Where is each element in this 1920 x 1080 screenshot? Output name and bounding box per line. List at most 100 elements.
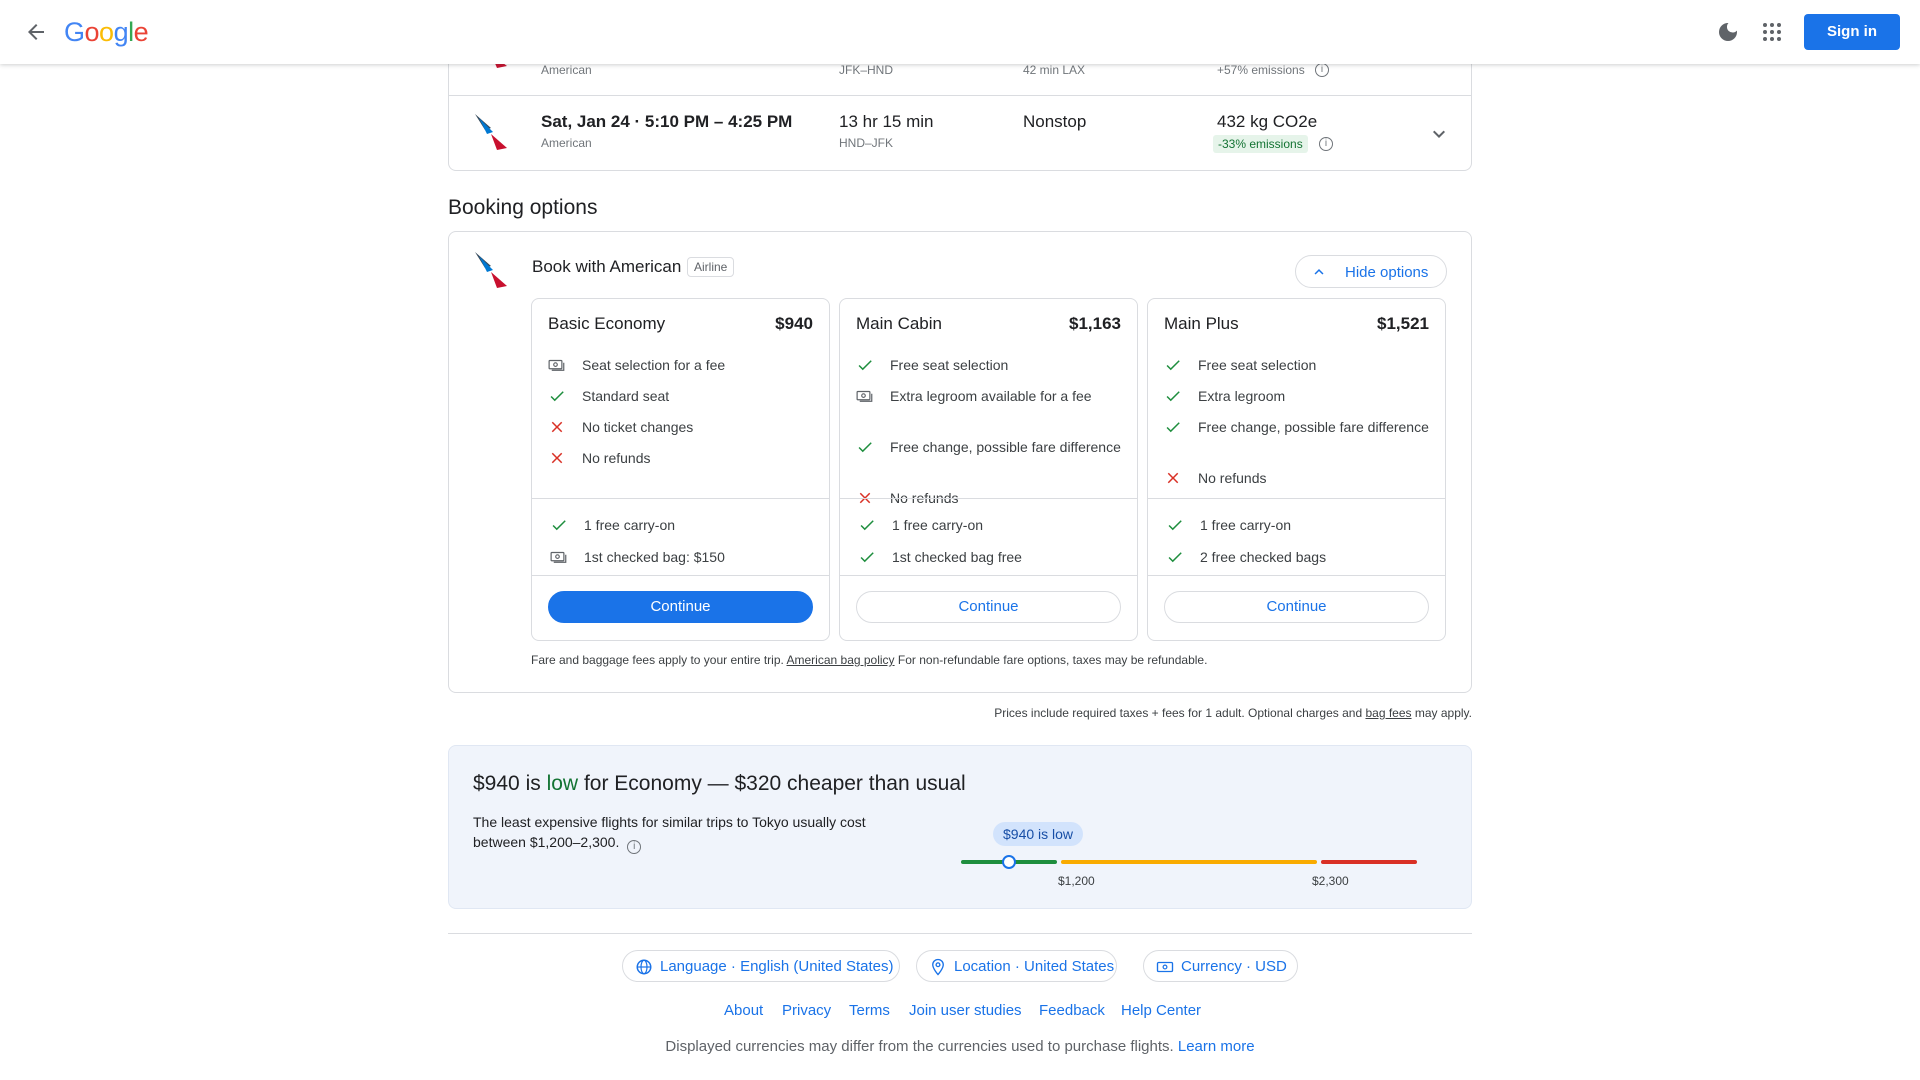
info-icon[interactable]: i: [1319, 137, 1333, 151]
check-icon: [858, 442, 872, 453]
flight-row-return[interactable]: Sat, Jan 24 · 5:10 PM – 4:25 PM American…: [449, 96, 1471, 172]
currency-label: Currency · USD: [1181, 958, 1287, 975]
globe-icon: [636, 959, 652, 975]
emissions: 432 kg CO2e: [1217, 112, 1318, 131]
sign-in-button[interactable]: Sign in: [1804, 14, 1900, 50]
route: JFK–HND: [839, 63, 894, 77]
back-arrow-icon[interactable]: [24, 20, 48, 44]
hide-options-button[interactable]: Hide options: [1295, 255, 1447, 288]
currency-button[interactable]: Currency · USD: [1143, 950, 1298, 982]
fare-bag-text: 1 free carry-on: [584, 517, 676, 533]
fare-bag-text: 1st checked bag: $150: [584, 549, 725, 565]
fare-bag: 1st checked bag: $150: [550, 547, 820, 567]
bag-policy-link[interactable]: American bag policy: [787, 653, 895, 667]
continue-button[interactable]: Continue: [1164, 591, 1429, 623]
insight-text: The least expensive flights for similar …: [473, 814, 866, 850]
fare-bag: 1 free carry-on: [1166, 515, 1436, 535]
dark-mode-icon[interactable]: [1716, 20, 1740, 44]
learn-more-link[interactable]: Learn more: [1178, 1038, 1255, 1055]
american-airlines-logo-icon: [475, 252, 507, 288]
location-button[interactable]: Location · United States: [916, 950, 1117, 982]
footer-link-help-center[interactable]: Help Center: [1121, 1002, 1201, 1019]
language-button[interactable]: Language · English (United States): [622, 950, 900, 982]
money-icon: [550, 551, 567, 563]
price-tick-high: $2,300: [1312, 874, 1349, 888]
currency-disclaimer: Displayed currencies may differ from the…: [448, 1038, 1472, 1055]
language-label: Language · English (United States): [660, 958, 894, 975]
check-icon: [1166, 360, 1180, 371]
fare-feature-text: Free change, possible fare difference: [1198, 419, 1429, 435]
fare-name: Basic Economy: [548, 314, 666, 333]
apps-grid-icon[interactable]: [1760, 20, 1784, 44]
fare-bag: 1 free carry-on: [858, 515, 1128, 535]
check-icon: [858, 360, 872, 371]
emissions-badge: +57% emissions: [1217, 63, 1305, 77]
fare-feature: Extra legroom: [1164, 386, 1434, 406]
flight-duration: 13 hr 15 min: [839, 112, 934, 131]
check-icon: [1168, 520, 1182, 531]
continue-button[interactable]: Continue: [548, 591, 813, 623]
info-icon[interactable]: i: [1315, 63, 1329, 77]
fare-feature-text: Extra legroom available for a fee: [890, 388, 1092, 404]
logo-letter: o: [99, 17, 114, 47]
booking-options-card: Book with American Airline Hide options …: [448, 231, 1472, 693]
fare-feature: Standard seat: [548, 386, 818, 406]
check-icon: [1166, 422, 1180, 433]
fare-feature: Extra legroom available for a fee: [856, 386, 1126, 406]
insight-is: is: [525, 772, 541, 795]
flight-times: Sat, Jan 24 · 5:10 PM – 4:25 PM: [541, 112, 793, 131]
info-icon[interactable]: i: [627, 840, 642, 854]
price-level: low: [546, 772, 579, 795]
google-logo[interactable]: Google: [64, 17, 149, 48]
money-icon: [856, 390, 873, 402]
fare-feature: Free change, possible fare difference: [1164, 417, 1434, 437]
fare-feature-text: Standard seat: [582, 388, 670, 404]
bag-fees-link[interactable]: bag fees: [1365, 706, 1411, 720]
money-icon: [548, 359, 565, 371]
footer-link-feedback[interactable]: Feedback: [1039, 1002, 1105, 1019]
fare-feature-text: Seat selection for a fee: [582, 357, 726, 373]
close-icon: [551, 421, 563, 433]
footer-link-join-user-studies[interactable]: Join user studies: [909, 1002, 1022, 1019]
fare-feature-text: No ticket changes: [582, 419, 694, 435]
chevron-up-icon: [1314, 269, 1324, 275]
location-label: Location · United States: [954, 958, 1115, 975]
fare-price: $940: [775, 314, 813, 333]
fare-divider: [1148, 575, 1445, 576]
fare-feature: Seat selection for a fee: [548, 355, 818, 375]
fare-name: Main Plus: [1164, 314, 1239, 333]
fare-feature: No refunds: [1164, 468, 1434, 488]
fare-card[interactable]: Main Cabin $1,163 Free seat selection Extra…: [839, 298, 1138, 641]
close-icon: [551, 452, 563, 464]
logo-letter: o: [84, 17, 100, 47]
footer-link-terms[interactable]: Terms: [849, 1002, 890, 1019]
fare-card[interactable]: Main Plus $1,521 Free seat selection Extra …: [1147, 298, 1446, 641]
fare-divider: [1148, 498, 1445, 499]
fare-feature-text: No refunds: [582, 450, 651, 466]
chevron-down-icon[interactable]: [1427, 122, 1451, 146]
continue-button[interactable]: Continue: [856, 591, 1121, 623]
price-tick-low: $1,200: [1058, 874, 1095, 888]
emissions-badge: -33% emissions: [1213, 135, 1308, 153]
fare-name: Main Cabin: [856, 314, 942, 333]
american-airlines-logo-icon: [475, 114, 507, 150]
price-insight-title: $940 is low for Economy — $320 cheaper t…: [473, 772, 966, 796]
price-note-text: Prices include required taxes + fees for…: [994, 706, 1363, 720]
price-note-text: may apply.: [1414, 706, 1472, 720]
price-range-typical-bar: [1061, 860, 1317, 864]
top-app-bar: Google Sign in: [0, 0, 1920, 64]
fare-feature: Free change, possible fare difference: [856, 437, 1126, 457]
insight-price: $940: [473, 772, 520, 795]
fare-divider: [532, 498, 829, 499]
location-pin-icon: [932, 958, 944, 976]
logo-letter: e: [133, 17, 149, 47]
footer-link-about[interactable]: About: [724, 1002, 763, 1019]
fare-feature-text: Free seat selection: [890, 357, 1009, 373]
stops: Nonstop: [1023, 112, 1087, 131]
fare-feature: No ticket changes: [548, 417, 818, 437]
fare-card[interactable]: Basic Economy $940 Seat selection for a fe…: [531, 298, 830, 641]
footer-link-privacy[interactable]: Privacy: [782, 1002, 831, 1019]
book-with-label: Book with American: [532, 257, 682, 276]
fare-bag: 1 free carry-on: [550, 515, 820, 535]
route: HND–JFK: [839, 136, 894, 150]
